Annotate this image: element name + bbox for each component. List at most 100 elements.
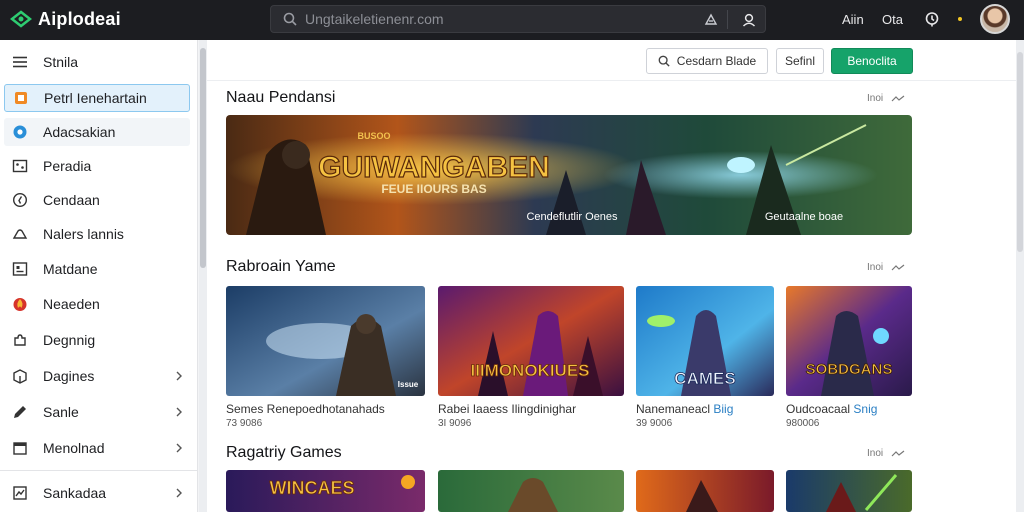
game-card-title-highlight: Snig [853, 402, 878, 416]
sidebar-item-label: Neaeden [43, 296, 100, 312]
flame-icon [13, 298, 27, 311]
category-card-0[interactable]: WINCAES [226, 470, 425, 512]
top-bar: Aiplodeai Aiin Ota [0, 0, 1024, 40]
main-scroll-thumb[interactable] [1017, 52, 1023, 252]
sidebar-item-label: Nalers lannis [43, 226, 124, 242]
game-card-title-text: Nanemaneacl [636, 402, 714, 416]
top-link-2[interactable]: Ota [882, 12, 903, 27]
game-card-meta: 3I 9096 [438, 418, 472, 429]
search-input[interactable] [305, 11, 705, 27]
hero-subtitle: FEUE IIOURS BAS [381, 182, 486, 196]
arrow-icon [891, 264, 905, 270]
main-content: Cesdarn Blade Sefinl Benoclita Naau Pend… [207, 40, 1016, 512]
status-dot-icon [958, 17, 962, 21]
sidebar-item-label: Menolnad [43, 440, 105, 456]
gallery-icon [12, 159, 28, 173]
hero-caption-left: Cendeflutlir Oenes [526, 211, 618, 223]
search-icon [283, 12, 297, 26]
notification-icon[interactable] [924, 11, 940, 27]
sidebar-item-label: Sankadaa [43, 485, 107, 501]
category-card-2[interactable] [636, 470, 774, 512]
sidebar-item-8[interactable]: Degnnig [4, 326, 190, 354]
section-title-popular: Rabroain Yame [226, 258, 336, 275]
game-card-title[interactable]: Rabei Iaaess Ilingdinighar [438, 402, 576, 416]
app-title: Aiplodeai [38, 8, 121, 29]
header-divider [207, 80, 1016, 81]
game-card-art: CAMES [636, 286, 774, 396]
avatar[interactable] [980, 4, 1010, 34]
sidebar-item-12[interactable]: Sankadaa [4, 479, 190, 507]
game-card-title[interactable]: Nanemaneacl Biig [636, 402, 733, 416]
logo[interactable]: Aiplodeai [10, 8, 121, 30]
see-more-label: Inoi [867, 262, 884, 273]
menu-icon [13, 56, 27, 68]
sidebar-item-label: Dagines [43, 368, 95, 384]
main-scrollbar[interactable] [1016, 40, 1024, 512]
sidebar-item-label: Adacsakian [43, 124, 116, 140]
image-icon [12, 262, 28, 276]
hero-caption-right: Geutaalne boae [765, 211, 843, 223]
sidebar-item-0[interactable]: Stnila [4, 48, 190, 76]
search-blade-button[interactable]: Cesdarn Blade [646, 48, 768, 74]
search-bar[interactable] [270, 5, 766, 33]
puzzle-icon [14, 334, 26, 346]
see-more-popular[interactable]: Inoi [867, 262, 905, 273]
primary-button[interactable]: Benoclita [831, 48, 913, 74]
search-blade-label: Cesdarn Blade [676, 54, 757, 68]
game-card-meta: 39 9006 [636, 418, 673, 429]
secondary-button[interactable]: Sefinl [776, 48, 824, 74]
tag-icon [15, 92, 27, 104]
game-card-art: SOBDGANS [786, 286, 912, 396]
see-more-featured[interactable]: Inoi [867, 93, 905, 104]
sidebar-item-7[interactable]: Neaeden [4, 290, 190, 318]
sidebar-item-1[interactable]: Petrl Ienehartain [4, 84, 190, 112]
sidebar-item-label: Degnnig [43, 332, 96, 348]
category-card-1[interactable] [438, 470, 624, 512]
globe-icon [13, 125, 27, 139]
sidebar-item-10[interactable]: Sanle [4, 398, 190, 426]
game-card-title[interactable]: Oudcoacaal Snig [786, 402, 877, 416]
category-card-badge: WINCAES [270, 478, 355, 498]
sidebar-scroll-thumb[interactable] [200, 48, 206, 268]
sidebar-item-label: Matdane [43, 261, 98, 277]
game-card-title-highlight: Biig [713, 402, 734, 416]
arrow-icon [891, 95, 905, 101]
sidebar-item-6[interactable]: Matdane [4, 255, 190, 283]
sidebar-item-4[interactable]: Cendaan [4, 186, 190, 214]
hero-title: GUIWANGABEN [318, 151, 550, 184]
sidebar-item-label: Petrl Ienehartain [44, 90, 147, 106]
filter-icon[interactable] [703, 12, 719, 28]
see-more-label: Inoi [867, 93, 884, 104]
chevron-right-icon [176, 443, 182, 453]
category-card-art [438, 470, 624, 512]
sidebar-item-label: Cendaan [43, 192, 100, 208]
sidebar-item-11[interactable]: Menolnad [4, 434, 190, 462]
game-card-badge: Issue [398, 380, 419, 389]
game-card-3[interactable]: SOBDGANS [786, 286, 912, 396]
top-link-1[interactable]: Aiin [842, 12, 864, 27]
game-card-art: IIIMONOKIUES [438, 286, 624, 396]
sidebar-item-label: Stnila [43, 54, 79, 70]
sidebar-item-label: Sanle [43, 404, 79, 420]
category-card-art [786, 470, 912, 512]
sidebar-item-3[interactable]: Peradia [4, 152, 190, 180]
category-card-3[interactable] [786, 470, 912, 512]
game-card-1[interactable]: IIIMONOKIUES [438, 286, 624, 396]
pencil-icon [14, 406, 26, 418]
game-card-art: Issue [226, 286, 425, 396]
section-title-featured: Naau Pendansi [226, 89, 336, 106]
see-more-category[interactable]: Inoi [867, 448, 905, 459]
sidebar-item-5[interactable]: Nalers lannis [4, 220, 190, 248]
game-card-title-text: Oudcoacaal [786, 402, 854, 416]
game-card-0[interactable]: Issue [226, 286, 425, 396]
chevron-right-icon [176, 407, 182, 417]
game-card-2[interactable]: CAMES [636, 286, 774, 396]
game-card-title[interactable]: Semes Renepoedhotanahads [226, 402, 385, 416]
profile-search-icon[interactable] [741, 12, 757, 28]
sidebar-item-9[interactable]: Dagines [4, 362, 190, 390]
calendar-icon [13, 442, 27, 455]
hero-tag: BUSOO [357, 131, 390, 141]
sidebar-scrollbar[interactable] [199, 40, 207, 512]
sidebar-item-2[interactable]: Adacsakian [4, 118, 190, 146]
hero-banner[interactable]: BUSOO GUIWANGABEN FEUE IIOURS BAS Cendef… [226, 115, 912, 235]
